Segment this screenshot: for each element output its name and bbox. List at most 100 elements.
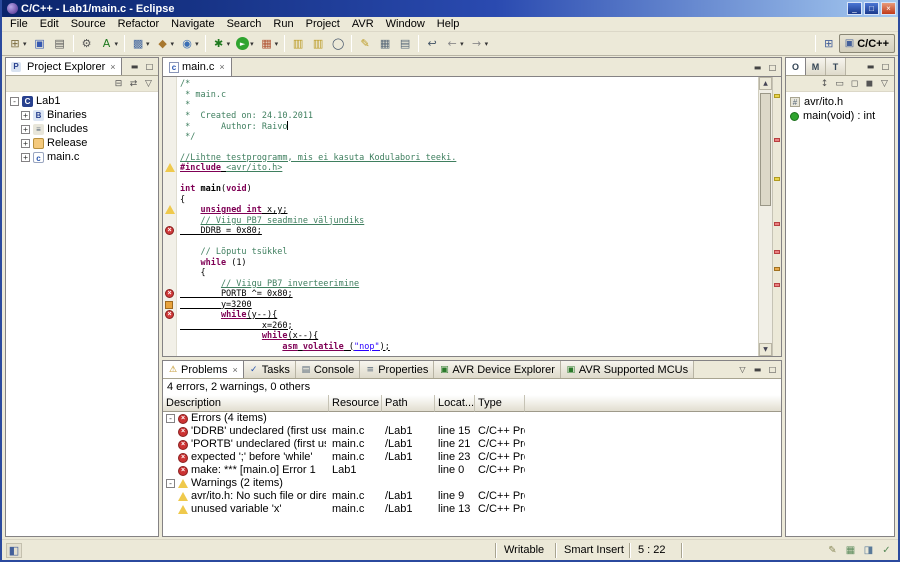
- problem-row[interactable]: ×'PORTB' undeclared (first use in this f…: [163, 438, 781, 451]
- collapse-all-icon[interactable]: ⊟: [112, 77, 125, 90]
- titlebar[interactable]: C/C++ - Lab1/main.c - Eclipse _ □ ×: [2, 0, 898, 17]
- err-overview-mark[interactable]: [774, 138, 780, 142]
- expander-icon[interactable]: +: [21, 125, 30, 134]
- project-explorer-tab[interactable]: P Project Explorer ×: [6, 58, 122, 75]
- show-table-button[interactable]: ▦: [376, 34, 394, 54]
- scrollbar-thumb[interactable]: [760, 93, 771, 207]
- code-line[interactable]: PORTB ^= 0x80;: [180, 289, 758, 300]
- code-line[interactable]: {: [180, 195, 758, 206]
- code-line[interactable]: while(y--){: [180, 310, 758, 321]
- menu-project[interactable]: Project: [300, 18, 346, 30]
- highlight-button[interactable]: ✎: [356, 34, 374, 54]
- external-tools-button[interactable]: ▦▾: [258, 34, 281, 54]
- menu-refactor[interactable]: Refactor: [112, 18, 166, 30]
- new-class-button[interactable]: ◆▾: [154, 34, 177, 54]
- menu-avr[interactable]: AVR: [346, 18, 380, 30]
- menu-source[interactable]: Source: [65, 18, 112, 30]
- err-overview-mark[interactable]: [774, 250, 780, 254]
- tree-item-main-c[interactable]: +cmain.c: [6, 150, 158, 164]
- menu-edit[interactable]: Edit: [34, 18, 65, 30]
- hide-fields-button[interactable]: ▭: [833, 77, 846, 90]
- editor-scrollbar[interactable]: ▲ ▼: [758, 77, 772, 356]
- menu-file[interactable]: File: [4, 18, 34, 30]
- status-edit-icon[interactable]: ✎: [825, 543, 840, 558]
- view-menu-icon[interactable]: ▽: [142, 77, 155, 90]
- menu-help[interactable]: Help: [431, 18, 466, 30]
- minimize-view-icon[interactable]: ▬: [128, 60, 141, 73]
- search-button[interactable]: ◯: [329, 34, 347, 54]
- new-c-project-button[interactable]: ▩▾: [129, 34, 152, 54]
- maximize-view-icon[interactable]: □: [766, 363, 779, 376]
- fast-view-icon[interactable]: ◧: [6, 543, 22, 558]
- build-all-button[interactable]: ⚙: [78, 34, 96, 54]
- code-line[interactable]: DDRB = 0x80;: [180, 226, 758, 237]
- scrollbar-track[interactable]: [759, 90, 772, 343]
- close-view-icon[interactable]: ×: [110, 62, 115, 72]
- make-targets-tab[interactable]: M: [806, 58, 826, 75]
- code-line[interactable]: asm volatile ("nop");: [180, 342, 758, 353]
- tree-item-binaries[interactable]: +BBinaries: [6, 108, 158, 122]
- menu-navigate[interactable]: Navigate: [165, 18, 220, 30]
- outline-item-avr-ito-h[interactable]: #avr/ito.h: [786, 95, 894, 109]
- code-line[interactable]: // Viigu PB7 seadmine väljundiks: [180, 216, 758, 227]
- code-line[interactable]: [180, 142, 758, 153]
- hide-static-button[interactable]: ◻: [848, 77, 861, 90]
- coverage-button[interactable]: ▥: [309, 34, 327, 54]
- maximize-view-icon[interactable]: □: [879, 60, 892, 73]
- back-button[interactable]: ←▾: [443, 34, 466, 54]
- expander-icon[interactable]: +: [21, 111, 30, 120]
- code-line[interactable]: int main(void): [180, 184, 758, 195]
- tree-item-lab1[interactable]: -CLab1: [6, 94, 158, 108]
- avr-upload-button[interactable]: A▾: [98, 34, 121, 54]
- code-line[interactable]: #include <avr/ito.h>: [180, 163, 758, 174]
- code-line[interactable]: /*: [180, 79, 758, 90]
- print-button[interactable]: ▤: [51, 34, 69, 54]
- scroll-down-icon[interactable]: ▼: [759, 343, 772, 356]
- column-header-resource[interactable]: Resource: [329, 395, 382, 412]
- tab-tasks[interactable]: ✓Tasks: [244, 361, 296, 378]
- forward-button[interactable]: →▾: [468, 34, 491, 54]
- sort-button[interactable]: ↕: [818, 77, 831, 90]
- column-header-type[interactable]: Type: [475, 395, 525, 412]
- maximize-view-icon[interactable]: □: [766, 61, 779, 74]
- close-editor-icon[interactable]: ×: [219, 62, 224, 72]
- debug-button[interactable]: ✱▾: [210, 34, 233, 54]
- run-button[interactable]: ►▾: [234, 34, 256, 54]
- code-line[interactable]: [180, 174, 758, 185]
- maximize-view-icon[interactable]: □: [143, 60, 156, 73]
- problem-group-row[interactable]: -Warnings (2 items): [163, 477, 781, 490]
- minimize-view-icon[interactable]: ▬: [751, 61, 764, 74]
- tab-avr-supported-mcus[interactable]: ▣AVR Supported MCUs: [561, 361, 694, 378]
- status-grid-icon[interactable]: ▦: [843, 543, 858, 558]
- err-overview-mark[interactable]: [774, 222, 780, 226]
- c-cpp-perspective-button[interactable]: ▣ C/C++: [839, 34, 895, 53]
- new-button[interactable]: ⊞▾: [6, 34, 29, 54]
- code-line[interactable]: unsigned int x,y;: [180, 205, 758, 216]
- code-line[interactable]: //Lihtne testprogramm, mis ei kasuta Kod…: [180, 153, 758, 164]
- last-edit-location-button[interactable]: ↩: [423, 34, 441, 54]
- error-marker-icon[interactable]: ×: [165, 289, 174, 298]
- code-line[interactable]: y=3200: [180, 300, 758, 311]
- minimize-view-icon[interactable]: ▬: [864, 60, 877, 73]
- error-marker-icon[interactable]: ×: [165, 310, 174, 319]
- expander-icon[interactable]: -: [10, 97, 19, 106]
- scroll-up-icon[interactable]: ▲: [759, 77, 772, 90]
- code-line[interactable]: *: [180, 100, 758, 111]
- menu-run[interactable]: Run: [267, 18, 299, 30]
- expander-icon[interactable]: +: [21, 153, 30, 162]
- code-line[interactable]: [180, 237, 758, 248]
- menu-search[interactable]: Search: [221, 18, 268, 30]
- warning-marker-icon[interactable]: [165, 163, 175, 172]
- view-menu-button[interactable]: ▽: [878, 77, 891, 90]
- save-button[interactable]: ▣: [31, 34, 49, 54]
- column-header-description[interactable]: Description: [163, 395, 329, 412]
- templates-tab[interactable]: T: [826, 58, 846, 75]
- show-grid-button[interactable]: ▤: [396, 34, 414, 54]
- tree-item-includes[interactable]: +≡Includes: [6, 122, 158, 136]
- c-search-button[interactable]: ◉▾: [178, 34, 201, 54]
- menu-window[interactable]: Window: [380, 18, 431, 30]
- tab-avr-device-explorer[interactable]: ▣AVR Device Explorer: [434, 361, 561, 378]
- tab-properties[interactable]: ≡Properties: [360, 361, 434, 378]
- close-icon[interactable]: ×: [232, 365, 237, 375]
- error-marker-icon[interactable]: ×: [165, 226, 174, 235]
